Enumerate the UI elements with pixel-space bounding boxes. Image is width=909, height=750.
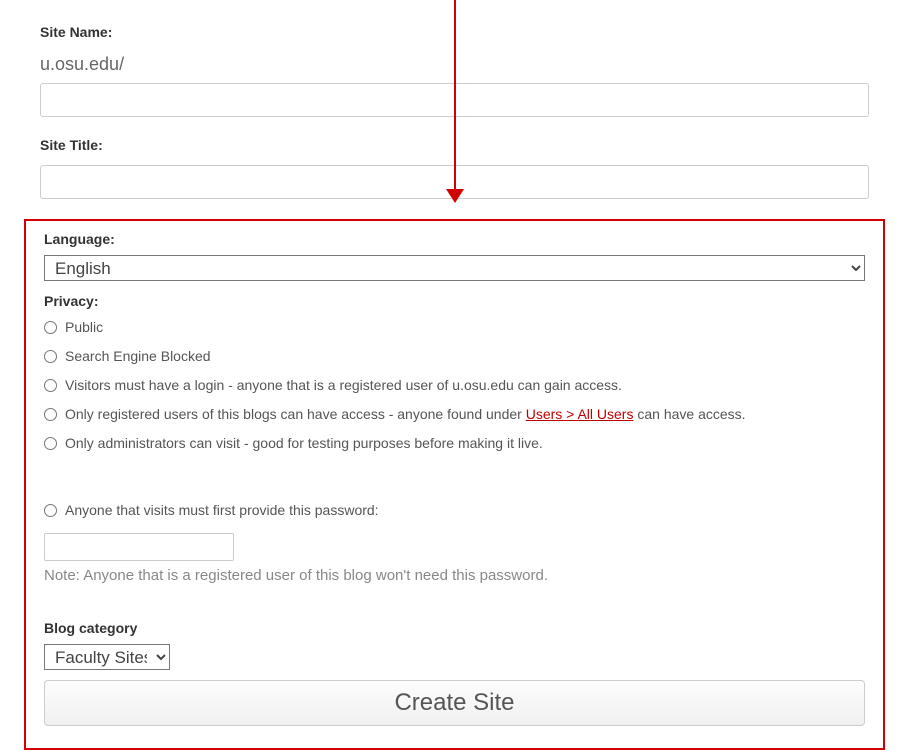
privacy-password-note: Note: Anyone that is a registered user o… (44, 567, 865, 584)
privacy-radio-public[interactable] (44, 321, 57, 334)
privacy-option-login-required: Visitors must have a login - anyone that… (65, 375, 622, 396)
create-site-button[interactable]: Create Site (44, 680, 865, 726)
blog-category-label: Blog category (44, 620, 865, 636)
highlighted-section: Language: English Privacy: Public Search… (24, 219, 885, 750)
privacy-radio-admins-only[interactable] (44, 437, 57, 450)
privacy-option-search-blocked: Search Engine Blocked (65, 346, 211, 367)
language-select[interactable]: English (44, 255, 865, 281)
privacy-registered-post: can have access. (633, 406, 745, 422)
blog-category-select[interactable]: Faculty Sites (44, 644, 170, 670)
privacy-option-admins-only: Only administrators can visit - good for… (65, 433, 543, 454)
annotation-arrow-head-icon (446, 189, 464, 203)
privacy-option-registered-only: Only registered users of this blogs can … (65, 404, 746, 425)
privacy-radio-login-required[interactable] (44, 379, 57, 392)
privacy-radio-password[interactable] (44, 504, 57, 517)
privacy-password-input[interactable] (44, 533, 234, 561)
privacy-radio-search-blocked[interactable] (44, 350, 57, 363)
annotation-arrow-line (454, 0, 456, 195)
privacy-radio-registered-only[interactable] (44, 408, 57, 421)
privacy-option-public: Public (65, 317, 103, 338)
users-all-users-link[interactable]: Users > All Users (526, 406, 634, 422)
language-label: Language: (44, 231, 865, 247)
privacy-registered-pre: Only registered users of this blogs can … (65, 406, 526, 422)
privacy-label: Privacy: (44, 293, 865, 309)
privacy-option-password: Anyone that visits must first provide th… (65, 500, 379, 521)
